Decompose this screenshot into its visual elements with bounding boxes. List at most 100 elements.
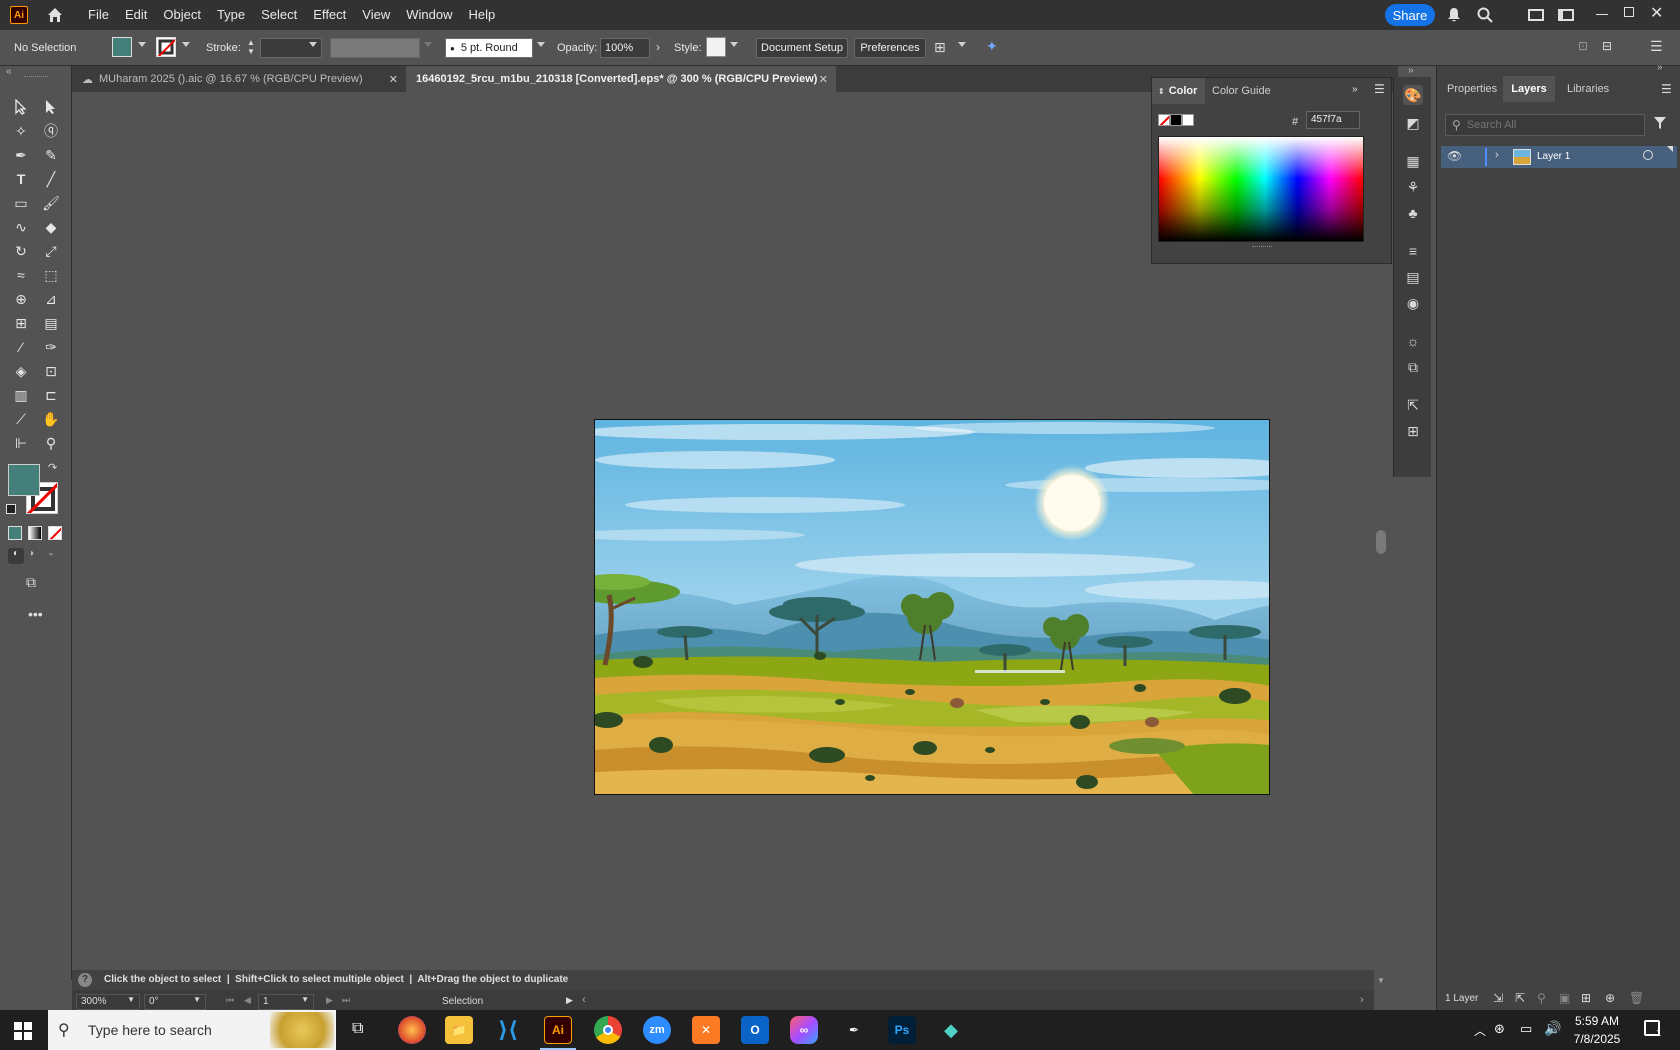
menu-object[interactable]: Object [155,0,209,30]
symbols-icon[interactable]: ♣ [1403,203,1423,223]
none-mode-icon[interactable] [48,526,62,540]
illustrator-app-icon[interactable]: Ai [544,1016,572,1044]
transform-icon[interactable]: ⊡ [1578,39,1588,53]
clock-date[interactable]: 7/8/2025 [1568,1032,1626,1046]
firefox-icon[interactable] [398,1016,426,1044]
layer-row[interactable]: 👁 › Layer 1 [1441,146,1677,168]
swatches-icon[interactable]: ▦ [1403,151,1423,171]
magic-wand-tool-icon[interactable]: ✧ [8,120,34,142]
gradient-tool-icon[interactable]: ▤ [38,312,64,334]
stroke-swatch[interactable] [156,37,176,57]
column-graph-tool-icon[interactable]: ▥ [8,384,34,406]
tab-layers[interactable]: Layers [1503,76,1555,102]
edit-toolbar-icon[interactable]: ••• [28,606,43,622]
align-options-icon[interactable]: ⊞ [934,39,952,57]
previous-artboard-icon[interactable]: ◀ [244,995,251,1006]
menu-file[interactable]: File [80,0,117,30]
screen-mode-icon[interactable]: ⧉ [26,574,36,591]
perspective-grid-tool-icon[interactable]: ⊿ [38,288,64,310]
stroke-weight-dropdown-icon[interactable] [309,42,317,47]
mesh-tool-icon[interactable]: ⊞ [8,312,34,334]
minimize-window-icon[interactable] [1596,14,1608,15]
tab-muharam[interactable]: ☁ MUharam 2025 ().aic @ 16.67 % (RGB/CPU… [72,66,406,92]
zoom-tool-icon[interactable]: ⚲ [38,432,64,454]
fill-color-box[interactable] [8,464,40,496]
fill-dropdown-icon[interactable] [138,42,146,47]
brush-dropdown-icon[interactable] [537,42,545,47]
shaper-tool-icon[interactable]: ∿ [8,216,34,238]
collapse-strip-icon[interactable]: » [1408,65,1414,76]
stroke-weight-stepper[interactable]: ▲ ▼ [245,38,257,58]
variable-width-profile[interactable] [330,38,420,58]
panel-grip[interactable] [24,76,48,78]
preferences-button[interactable]: Preferences [854,38,926,58]
white-swatch[interactable] [1182,114,1194,126]
type-tool-icon[interactable]: T [8,168,34,190]
graphic-style-swatch[interactable] [706,37,726,57]
vertical-scroll-thumb[interactable] [1376,530,1386,554]
outlook-icon[interactable]: O [741,1016,769,1044]
align-dropdown-icon[interactable] [958,42,966,47]
network-status-icon[interactable]: ⊛ [1494,1021,1505,1037]
rotation-dropdown-icon[interactable]: ▼ [193,995,201,1004]
xampp-icon[interactable]: ✕ [692,1016,720,1044]
transparency-icon[interactable]: ◉ [1403,293,1423,313]
curvature-tool-icon[interactable]: ✎ [38,144,64,166]
eyedropper-tool-icon[interactable]: ⁄ [8,336,34,358]
menu-view[interactable]: View [354,0,398,30]
pen-tool-app-icon[interactable]: ✒ [840,1016,868,1044]
appearance-icon[interactable]: ☼ [1403,331,1423,351]
tab-savanna-eps[interactable]: 16460192_5rcu_m1bu_210318 [Converted].ep… [406,66,836,92]
windows-start-icon[interactable] [14,1022,32,1040]
gradient-mode-icon[interactable] [28,526,42,540]
symbol-sprayer-tool-icon[interactable]: ⊡ [38,360,64,382]
tab-color-guide[interactable]: Color Guide [1212,78,1271,104]
panel-grip[interactable] [1252,246,1272,249]
panel-menu-icon[interactable]: ☰ [1661,82,1672,96]
artboard-savanna-illustration[interactable] [594,419,1270,795]
recolor-artwork-icon[interactable]: ✦ [986,38,1004,56]
opacity-input[interactable]: 100% [600,38,650,58]
close-window-icon[interactable]: ✕ [1650,3,1663,23]
rectangle-tool-icon[interactable]: ▭ [8,192,34,214]
selection-tool-icon[interactable] [8,96,34,118]
color-spectrum[interactable] [1158,136,1364,242]
last-artboard-icon[interactable]: ⏭ [342,995,350,1006]
vscode-icon[interactable]: ⟩⟨ [494,1016,522,1044]
pen-tool-icon[interactable]: ✒ [8,144,34,166]
stroke-icon[interactable]: ≡ [1403,241,1423,261]
diamond-app-icon[interactable]: ◆ [937,1016,965,1044]
draw-inside-icon[interactable]: ◒ [48,548,54,559]
volume-icon[interactable]: 🔊 [1544,1020,1561,1037]
make-clipping-mask-icon[interactable]: ▣ [1559,991,1570,1005]
hand-tool-icon[interactable]: ✋ [38,408,64,430]
first-artboard-icon[interactable]: ⏮ [226,995,234,1006]
taskbar-search-box[interactable]: ⚲ Type here to search [48,1010,336,1050]
create-new-layer-icon[interactable]: ⊕ [1605,991,1615,1005]
search-icon[interactable] [1476,6,1494,24]
home-icon[interactable] [46,6,64,24]
slice-tool-icon[interactable]: ⟋ [8,408,34,430]
eraser-tool-icon[interactable]: ◆ [38,216,64,238]
menu-window[interactable]: Window [398,0,460,30]
restore-window-icon[interactable] [1624,7,1634,17]
arrange-documents-icon[interactable] [1528,9,1544,21]
zoom-icon[interactable]: zm [643,1016,671,1044]
opacity-arrow-icon[interactable]: › [656,40,660,54]
draw-behind-icon[interactable]: ◑ [28,548,34,559]
brush-definition[interactable]: ● 5 pt. Round [445,38,533,58]
tab-libraries[interactable]: Libraries [1567,76,1609,102]
collapse-panel-icon[interactable]: « [6,66,12,77]
next-artboard-icon[interactable]: ▶ [326,995,333,1006]
black-swatch[interactable] [1170,114,1182,126]
zoom-dropdown-icon[interactable]: ▼ [127,995,135,1004]
rotation-field[interactable]: 0° ▼ [144,994,206,1010]
stroke-dropdown-icon[interactable] [182,42,190,47]
file-explorer-icon[interactable]: 📁 [445,1016,473,1044]
measure-tool-icon[interactable]: ✑ [38,336,64,358]
tab-properties[interactable]: Properties [1447,76,1497,102]
color-mode-icon[interactable] [8,526,22,540]
creative-cloud-icon[interactable]: ∞ [790,1016,818,1044]
print-tiling-tool-icon[interactable]: ⊩ [8,432,34,454]
gradient-icon[interactable]: ▤ [1403,267,1423,287]
